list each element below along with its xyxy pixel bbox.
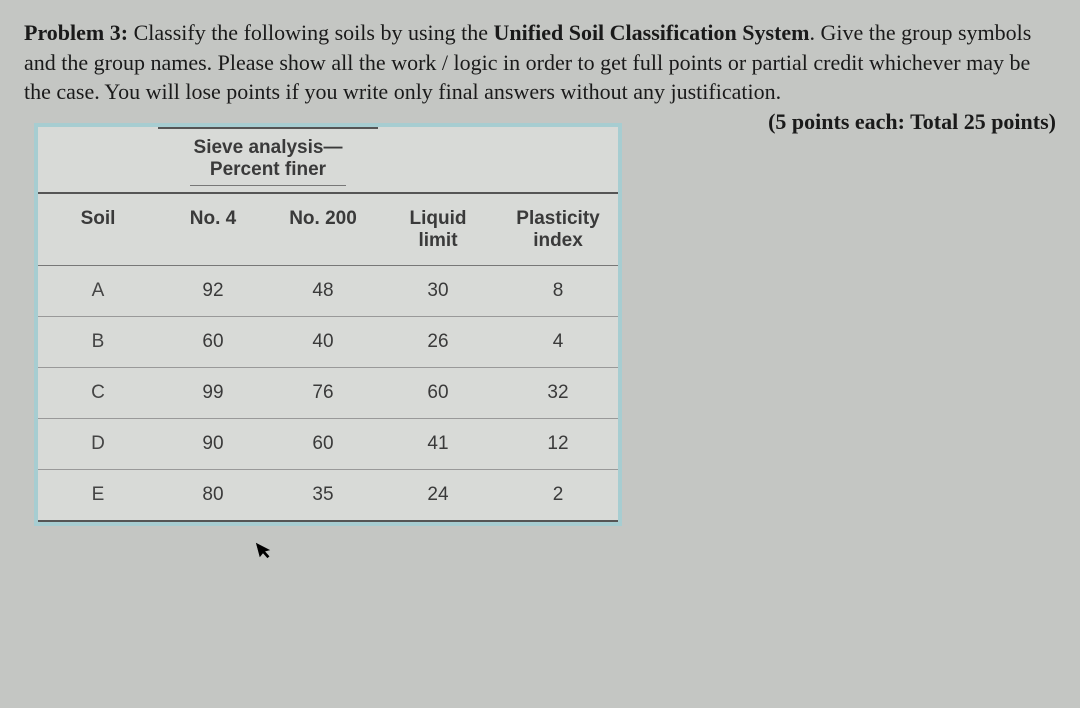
cell-no4: 99 [158,368,268,419]
cell-no200: 48 [268,266,378,317]
cell-pi: 2 [498,470,618,522]
sieve-line1: Sieve analysis— [194,137,343,159]
sieve-analysis-header: Sieve analysis— Percent finer [158,128,378,193]
empty-header-2 [378,128,498,193]
cell-no200: 35 [268,470,378,522]
cell-soil: D [38,419,158,470]
cell-no4: 92 [158,266,268,317]
col-liquid-limit: Liquid limit [378,193,498,266]
soil-table: Sieve analysis— Percent finer Soil No. 4… [38,127,618,522]
cell-pi: 8 [498,266,618,317]
cell-no200: 76 [268,368,378,419]
cell-soil: E [38,470,158,522]
cell-ll: 41 [378,419,498,470]
problem-points: (5 points each: Total 25 points) [768,107,1056,137]
cell-soil: C [38,368,158,419]
cell-soil: B [38,317,158,368]
cell-no4: 90 [158,419,268,470]
cell-no4: 60 [158,317,268,368]
empty-header-3 [498,128,618,193]
sieve-line2: Percent finer [190,159,346,186]
table-row: E 80 35 24 2 [38,470,618,522]
cell-ll: 26 [378,317,498,368]
cursor-icon [255,538,277,566]
cell-no200: 40 [268,317,378,368]
soil-table-container: Sieve analysis— Percent finer Soil No. 4… [34,123,622,526]
col-plasticity-index: Plasticity index [498,193,618,266]
table-row: B 60 40 26 4 [38,317,618,368]
problem-statement: Problem 3: Classify the following soils … [24,18,1056,107]
col-no4: No. 4 [158,193,268,266]
col-soil: Soil [38,193,158,266]
table-row: D 90 60 41 12 [38,419,618,470]
cell-no4: 80 [158,470,268,522]
empty-header [38,128,158,193]
table-row: A 92 48 30 8 [38,266,618,317]
cell-ll: 60 [378,368,498,419]
col-no200: No. 200 [268,193,378,266]
problem-text-1: Classify the following soils by using th… [128,20,493,45]
cell-soil: A [38,266,158,317]
problem-label: Problem 3: [24,20,128,45]
problem-system: Unified Soil Classification System [494,20,810,45]
cell-pi: 4 [498,317,618,368]
table-row: C 99 76 60 32 [38,368,618,419]
cell-pi: 32 [498,368,618,419]
cell-ll: 30 [378,266,498,317]
cell-no200: 60 [268,419,378,470]
table-body: A 92 48 30 8 B 60 40 26 4 C 99 76 60 32 [38,266,618,522]
cell-pi: 12 [498,419,618,470]
cell-ll: 24 [378,470,498,522]
